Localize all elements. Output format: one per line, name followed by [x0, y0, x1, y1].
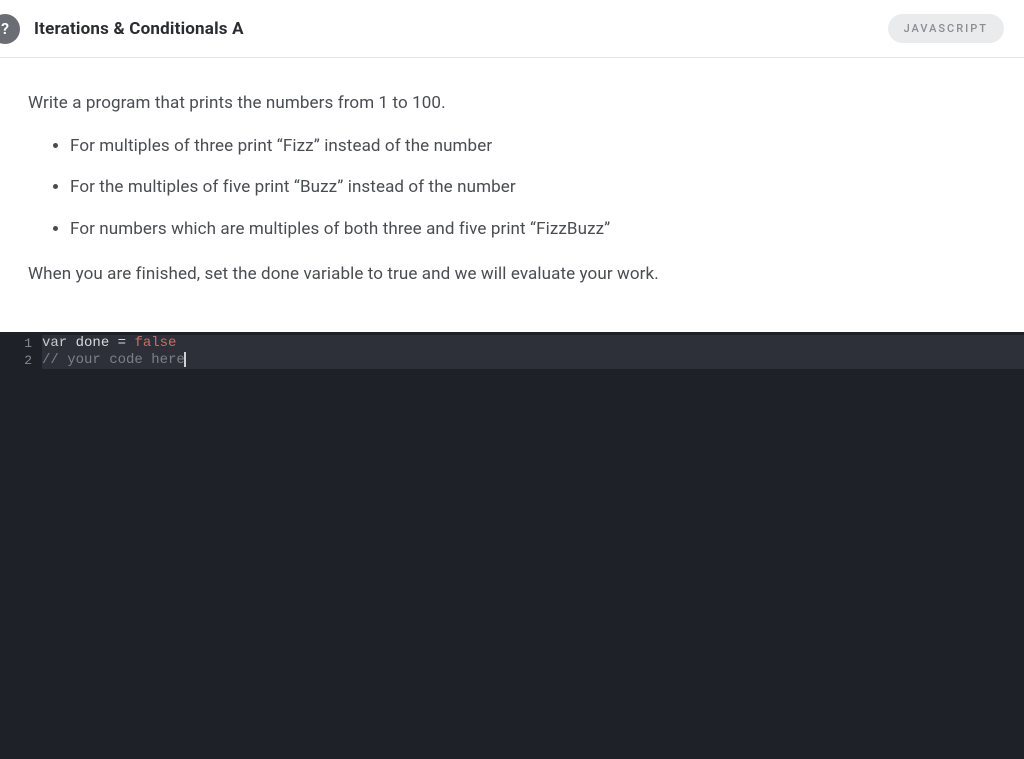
language-badge: JAVASCRIPT [888, 14, 1004, 43]
list-item: For the multiples of five print “Buzz” i… [70, 174, 996, 201]
header-bar: ? Iterations & Conditionals A JAVASCRIPT [0, 0, 1024, 58]
instructions-intro: Write a program that prints the numbers … [28, 90, 996, 117]
token-space [67, 335, 75, 351]
token-keyword: var [42, 335, 67, 351]
token-identifier: done [76, 335, 110, 351]
page-title: Iterations & Conditionals A [34, 19, 244, 39]
instructions-list: For multiples of three print “Fizz” inst… [28, 133, 996, 243]
instructions-outro: When you are finished, set the done vari… [28, 261, 996, 288]
code-line[interactable]: // your code here [42, 352, 1024, 369]
editor-gutter: 1 2 [0, 332, 42, 759]
line-number: 1 [0, 335, 32, 352]
token-operator: = [118, 335, 126, 351]
list-item: For numbers which are multiples of both … [70, 216, 996, 243]
instructions-panel: Write a program that prints the numbers … [0, 58, 1024, 332]
editor-cursor [184, 352, 186, 367]
help-icon[interactable]: ? [0, 14, 20, 44]
line-number: 2 [0, 352, 32, 369]
code-area[interactable]: var done = false // your code here [42, 332, 1024, 759]
token-space [109, 335, 117, 351]
list-item: For multiples of three print “Fizz” inst… [70, 133, 996, 160]
token-boolean: false [134, 335, 176, 351]
code-editor[interactable]: 1 2 var done = false // your code here [0, 332, 1024, 759]
code-line[interactable]: var done = false [42, 335, 1024, 352]
token-comment: // your code here [42, 352, 185, 368]
